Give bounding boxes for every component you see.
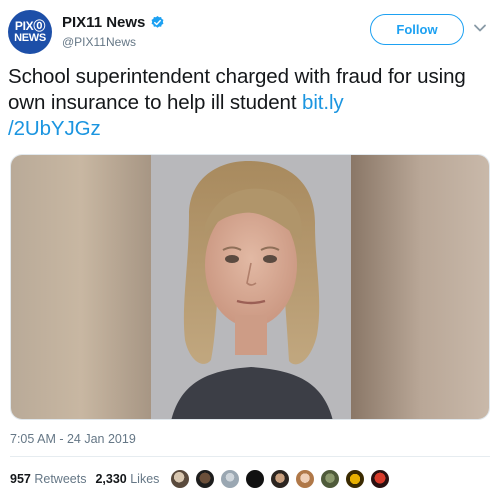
avatar[interactable]: [320, 469, 340, 489]
display-name[interactable]: PIX11 News: [62, 14, 145, 31]
likes-label[interactable]: Likes: [130, 472, 159, 486]
tweet-link-part2[interactable]: /2UbYJGz: [8, 117, 101, 140]
mugshot-photo: [11, 155, 489, 419]
avatar[interactable]: [345, 469, 365, 489]
avatar[interactable]: [295, 469, 315, 489]
verified-badge-icon: [151, 15, 164, 28]
liker-avatars: [170, 469, 395, 489]
avatar[interactable]: PIX⓪ NEWS: [8, 10, 52, 54]
avatar[interactable]: [370, 469, 390, 489]
avatar[interactable]: [220, 469, 240, 489]
likes-count[interactable]: 2,330: [95, 472, 126, 486]
retweets-label[interactable]: Retweets: [34, 472, 86, 486]
tweet-header: PIX⓪ NEWS PIX11 News @PIX11News Follow: [8, 8, 492, 54]
tweet-link-part1[interactable]: bit.ly: [302, 91, 344, 114]
avatar[interactable]: [170, 469, 190, 489]
avatar[interactable]: [270, 469, 290, 489]
tweet-text: School superintendent charged with fraud…: [8, 64, 492, 142]
engagement-stats: 957 Retweets 2,330 Likes: [10, 472, 159, 486]
account-names[interactable]: PIX11 News @PIX11News: [62, 12, 165, 49]
tweet-photo[interactable]: [10, 154, 490, 420]
avatar[interactable]: [245, 469, 265, 489]
logo-line1: PIX⓪: [14, 19, 46, 33]
divider: [10, 456, 490, 457]
retweets-count[interactable]: 957: [10, 472, 31, 486]
handle[interactable]: @PIX11News: [62, 35, 165, 49]
timestamp[interactable]: 7:05 AM - 24 Jan 2019: [10, 432, 136, 446]
follow-button[interactable]: Follow: [370, 14, 464, 45]
avatar[interactable]: [195, 469, 215, 489]
logo-line2: NEWS: [14, 32, 46, 44]
chevron-down-icon[interactable]: [472, 20, 488, 36]
tweet-body: School superintendent charged with fraud…: [8, 65, 466, 114]
